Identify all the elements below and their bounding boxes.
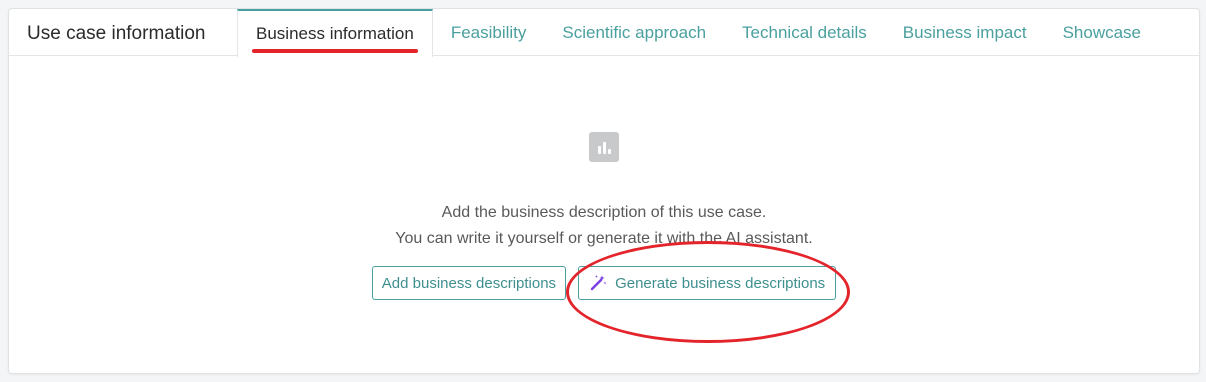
tab-label: Feasibility — [450, 22, 527, 42]
add-business-descriptions-button[interactable]: Add business descriptions — [371, 266, 567, 300]
tab-label: Showcase — [1062, 22, 1142, 42]
section-title: Use case information — [27, 23, 206, 44]
tab-showcase[interactable]: Showcase — [1045, 9, 1159, 56]
empty-state-actions: Add business descriptions Generate busin… — [9, 266, 1199, 300]
tab-business-information[interactable]: Business information — [237, 9, 433, 57]
generate-business-descriptions-button[interactable]: Generate business descriptions — [578, 266, 837, 300]
description-line-2: You can write it yourself or generate it… — [395, 230, 813, 247]
tab-business-impact[interactable]: Business impact — [885, 9, 1045, 56]
tab-label: Technical details — [742, 22, 867, 42]
tab-bar: Use case information Business informatio… — [9, 9, 1199, 57]
description-line-1: Add the business description of this use… — [441, 204, 767, 221]
button-label: Generate business descriptions — [615, 274, 826, 292]
bar-chart-icon — [589, 132, 619, 162]
magic-wand-icon — [590, 275, 607, 291]
tab-label: Business information — [256, 24, 414, 43]
empty-state-description: Add the business description of this use… — [9, 200, 1199, 252]
tab-technical-details[interactable]: Technical details — [724, 9, 885, 56]
empty-state: Add the business description of this use… — [9, 132, 1199, 300]
tab-scientific-approach[interactable]: Scientific approach — [544, 9, 724, 56]
tab-list: Business information Feasibility Scienti… — [237, 9, 1159, 57]
tab-label: Scientific approach — [562, 22, 707, 42]
annotation-underline — [252, 49, 418, 53]
tab-label: Business impact — [902, 22, 1027, 42]
use-case-card: Use case information Business informatio… — [8, 8, 1200, 374]
tab-feasibility[interactable]: Feasibility — [433, 9, 545, 56]
button-label: Add business descriptions — [381, 274, 557, 292]
